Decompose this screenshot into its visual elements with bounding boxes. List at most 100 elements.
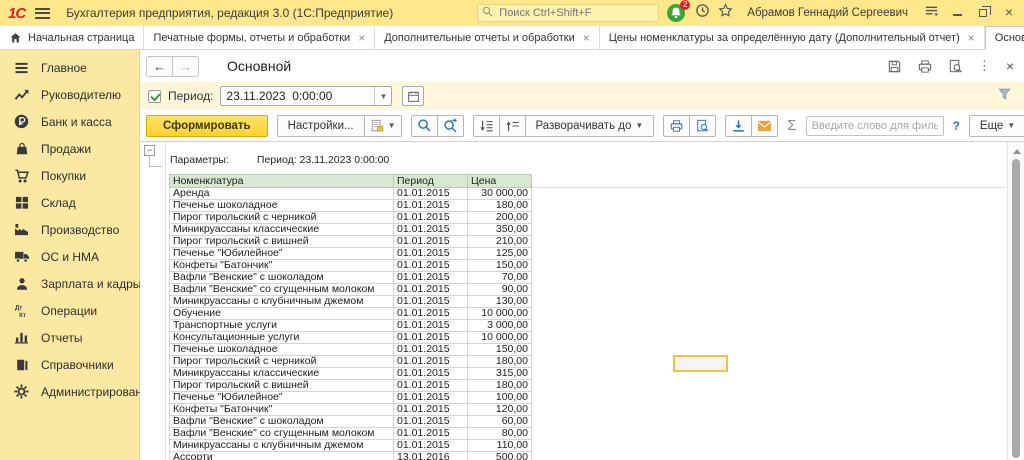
sidebar-item-склад[interactable]: Склад bbox=[0, 189, 139, 216]
save-result-button[interactable] bbox=[725, 115, 752, 137]
table-cell[interactable]: 110,00 bbox=[468, 440, 532, 452]
close-form-icon[interactable]: × bbox=[1006, 60, 1014, 72]
table-header-cell[interactable]: Номенклатура bbox=[170, 175, 394, 188]
settings-button[interactable]: Настройки... bbox=[277, 115, 365, 137]
report-variants-button[interactable]: ▼ bbox=[364, 115, 402, 137]
table-cell[interactable]: Печенье шоколадное bbox=[170, 344, 394, 356]
table-cell[interactable]: 01.01.2015 bbox=[394, 260, 468, 272]
table-cell[interactable]: 30 000,00 bbox=[468, 188, 532, 200]
table-cell[interactable]: 350,00 bbox=[468, 224, 532, 236]
sidebar-item-банк-и-касса[interactable]: Банк и касса bbox=[0, 108, 139, 135]
filter-funnel-icon[interactable] bbox=[997, 87, 1012, 106]
table-cell[interactable]: 13.01.2016 bbox=[394, 452, 468, 460]
table-cell[interactable]: Консультационные услуги bbox=[170, 332, 394, 344]
scrollbar-thumb[interactable] bbox=[1012, 159, 1020, 458]
table-cell[interactable]: Миникруассаны классические bbox=[170, 368, 394, 380]
table-cell[interactable]: 150,00 bbox=[468, 260, 532, 272]
table-cell[interactable]: 80,00 bbox=[468, 428, 532, 440]
table-header-cell[interactable]: Период bbox=[394, 175, 468, 188]
table-cell[interactable]: 01.01.2015 bbox=[394, 200, 468, 212]
favorites-star-button[interactable] bbox=[718, 3, 733, 23]
table-cell[interactable]: 01.01.2015 bbox=[394, 368, 468, 380]
search-reset-button[interactable] bbox=[437, 115, 464, 137]
table-cell[interactable]: Пирог тирольский с вишней bbox=[170, 236, 394, 248]
table-cell[interactable]: Пирог тирольский с вишней bbox=[170, 380, 394, 392]
sidebar-item-руководителю[interactable]: Руководителю bbox=[0, 81, 139, 108]
table-cell[interactable]: 01.01.2015 bbox=[394, 380, 468, 392]
table-cell[interactable]: 01.01.2015 bbox=[394, 284, 468, 296]
expand-to-button[interactable]: Разворачивать до▼ bbox=[525, 115, 655, 137]
table-cell[interactable]: 01.01.2015 bbox=[394, 320, 468, 332]
table-cell[interactable]: 01.01.2015 bbox=[394, 272, 468, 284]
sidebar-item-администрирование[interactable]: Администрирование bbox=[0, 378, 139, 405]
table-cell[interactable]: 180,00 bbox=[468, 200, 532, 212]
scroll-up-icon[interactable] bbox=[1013, 149, 1021, 154]
table-cell[interactable]: Пирог тирольский с черникой bbox=[170, 212, 394, 224]
calendar-button[interactable] bbox=[402, 86, 424, 106]
generate-button[interactable]: Сформировать bbox=[146, 115, 268, 137]
filter-input[interactable] bbox=[806, 116, 944, 136]
main-menu-icon[interactable] bbox=[35, 8, 50, 19]
table-cell[interactable]: Обучение bbox=[170, 308, 394, 320]
table-cell[interactable]: 01.01.2015 bbox=[394, 212, 468, 224]
search-button[interactable] bbox=[411, 115, 438, 137]
table-cell[interactable]: Ассорти bbox=[170, 452, 394, 460]
expand-groups-icon[interactable] bbox=[473, 115, 500, 137]
tab-цены-номенклатуры-за-определ-н[interactable]: Цены номенклатуры за определённую дату (… bbox=[600, 26, 985, 49]
table-cell[interactable]: 01.01.2015 bbox=[394, 296, 468, 308]
table-cell[interactable]: 01.01.2015 bbox=[394, 344, 468, 356]
table-cell[interactable]: 10 000,00 bbox=[468, 332, 532, 344]
sidebar-item-покупки[interactable]: Покупки bbox=[0, 162, 139, 189]
close-window-button[interactable]: × bbox=[1000, 6, 1018, 20]
sidebar-item-справочники[interactable]: Справочники bbox=[0, 351, 139, 378]
period-checkbox[interactable] bbox=[148, 90, 161, 103]
table-cell[interactable]: Пирог тирольский с черникой bbox=[170, 356, 394, 368]
history-button[interactable] bbox=[695, 3, 710, 23]
period-date-input[interactable] bbox=[221, 87, 374, 105]
help-button[interactable]: ? bbox=[953, 119, 960, 133]
global-search[interactable] bbox=[477, 4, 659, 22]
table-cell[interactable]: 01.01.2015 bbox=[394, 428, 468, 440]
table-cell[interactable]: Конфеты "Батончик" bbox=[170, 260, 394, 272]
table-cell[interactable]: 120,00 bbox=[468, 404, 532, 416]
selected-cell-cursor[interactable] bbox=[673, 355, 728, 372]
table-cell[interactable]: 180,00 bbox=[468, 356, 532, 368]
table-cell[interactable]: Вафли "Венские" со сгущенным молоком bbox=[170, 428, 394, 440]
collapse-group-icon[interactable]: − bbox=[144, 145, 155, 156]
table-cell[interactable]: Печенье "Юбилейное" bbox=[170, 248, 394, 260]
tab-close-icon[interactable]: × bbox=[968, 31, 975, 45]
sidebar-item-продажи[interactable]: Продажи bbox=[0, 135, 139, 162]
notifications-button[interactable]: 2 bbox=[667, 4, 687, 22]
table-cell[interactable]: 70,00 bbox=[468, 272, 532, 284]
more-button[interactable]: Еще▼ bbox=[969, 115, 1024, 137]
sidebar-item-отчеты[interactable]: Отчеты bbox=[0, 324, 139, 351]
table-cell[interactable]: Миникруассаны с клубничным джемом bbox=[170, 440, 394, 452]
table-cell[interactable]: 125,00 bbox=[468, 248, 532, 260]
tab-close-icon[interactable]: × bbox=[583, 31, 590, 45]
table-cell[interactable]: 01.01.2015 bbox=[394, 188, 468, 200]
table-cell[interactable]: 01.01.2015 bbox=[394, 224, 468, 236]
sidebar-item-производство[interactable]: Производство bbox=[0, 216, 139, 243]
table-cell[interactable]: 01.01.2015 bbox=[394, 332, 468, 344]
table-cell[interactable]: Транспортные услуги bbox=[170, 320, 394, 332]
table-cell[interactable]: 150,00 bbox=[468, 344, 532, 356]
table-cell[interactable]: 01.01.2015 bbox=[394, 248, 468, 260]
table-cell[interactable]: 01.01.2015 bbox=[394, 236, 468, 248]
table-cell[interactable]: 500,00 bbox=[468, 452, 532, 460]
tab-дополнительные-отчеты-и-обрабо[interactable]: Дополнительные отчеты и обработки× bbox=[375, 26, 600, 49]
preview-button[interactable] bbox=[689, 115, 716, 137]
table-header-cell[interactable]: Цена bbox=[468, 175, 532, 188]
table-cell[interactable]: Конфеты "Батончик" bbox=[170, 404, 394, 416]
table-cell[interactable]: Миникруассаны с клубничным джемом bbox=[170, 296, 394, 308]
sidebar-item-ос-и-нма[interactable]: ОС и НМА bbox=[0, 243, 139, 270]
table-cell[interactable]: 01.01.2015 bbox=[394, 404, 468, 416]
table-cell[interactable]: 01.01.2015 bbox=[394, 356, 468, 368]
collapse-groups-icon[interactable] bbox=[499, 115, 526, 137]
tab-начальная-страница[interactable]: Начальная страница bbox=[0, 26, 144, 49]
table-cell[interactable]: 01.01.2015 bbox=[394, 416, 468, 428]
table-cell[interactable]: 01.01.2015 bbox=[394, 440, 468, 452]
print-button[interactable] bbox=[663, 115, 690, 137]
restore-button[interactable] bbox=[974, 6, 992, 20]
save-icon[interactable] bbox=[887, 59, 902, 74]
global-search-input[interactable] bbox=[497, 6, 647, 20]
